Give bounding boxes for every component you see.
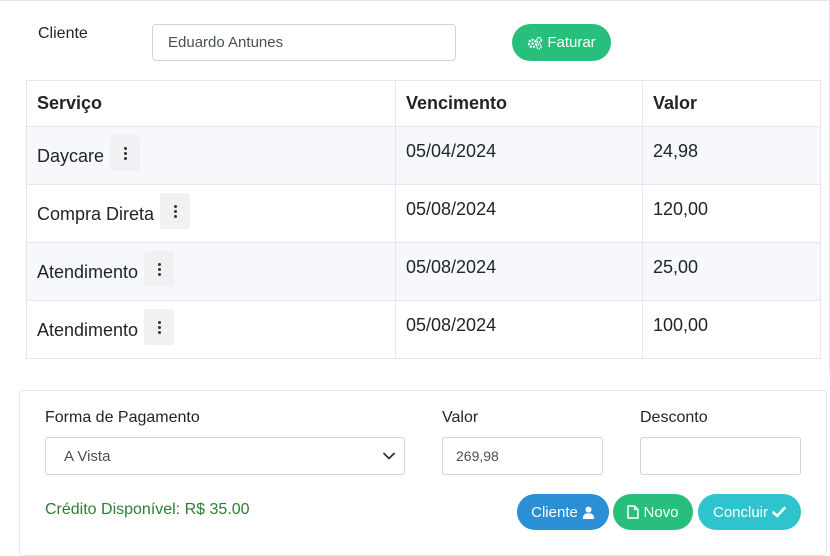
vertical-ellipsis-icon: [123, 146, 127, 150]
header-vencimento: Vencimento: [395, 80, 643, 127]
chevron-down-icon: [382, 449, 396, 463]
cliente-button[interactable]: Cliente: [517, 494, 609, 530]
table-row: Atendimento 05/08/2024 100,00: [26, 300, 821, 359]
panel-border: [0, 0, 830, 4]
cell-valor: 100,00: [642, 300, 821, 359]
valor-label: Valor: [442, 409, 479, 426]
servico-name: Atendimento: [37, 319, 139, 340]
table-row: Compra Direta 05/08/2024 120,00: [26, 184, 821, 243]
table-row: Daycare 05/04/2024 24,98: [26, 126, 821, 185]
cliente-label: Cliente: [38, 25, 88, 42]
faturar-label: Faturar: [547, 34, 596, 51]
cell-vencimento: 05/08/2024: [395, 184, 643, 243]
row-menu-button[interactable]: [110, 135, 141, 171]
file-icon: [627, 505, 640, 519]
desconto-label: Desconto: [640, 409, 708, 426]
servico-name: Atendimento: [37, 261, 139, 282]
valor-value: 269,98: [456, 448, 499, 464]
servico-name: Daycare: [37, 145, 105, 166]
vertical-ellipsis-icon: [157, 262, 161, 266]
forma-pagamento-select[interactable]: A Vista: [45, 437, 405, 475]
cell-vencimento: 05/04/2024: [395, 126, 643, 185]
cell-vencimento: 05/08/2024: [395, 300, 643, 359]
cell-servico: Daycare: [26, 126, 396, 185]
desconto-input[interactable]: [640, 437, 801, 475]
valor-input[interactable]: 269,98: [442, 437, 603, 475]
novo-button[interactable]: Novo: [613, 494, 693, 530]
gears-icon: [527, 36, 543, 50]
cell-valor: 120,00: [642, 184, 821, 243]
table-row: Atendimento 05/08/2024 25,00: [26, 242, 821, 301]
cliente-button-label: Cliente: [531, 503, 578, 521]
header-servico: Serviço: [26, 80, 396, 127]
row-menu-button[interactable]: [160, 193, 191, 229]
vertical-ellipsis-icon: [173, 204, 177, 208]
credito-disponivel: Crédito Disponível: R$ 35.00: [45, 501, 250, 518]
forma-pagamento-label: Forma de Pagamento: [45, 409, 200, 426]
table-header-row: Serviço Vencimento Valor: [26, 80, 821, 127]
forma-pagamento-value: A Vista: [64, 447, 111, 465]
cell-servico: Atendimento: [26, 300, 396, 359]
faturar-button[interactable]: Faturar: [512, 24, 611, 61]
cliente-input[interactable]: [152, 24, 456, 61]
row-menu-button[interactable]: [144, 309, 175, 345]
cell-servico: Compra Direta: [26, 184, 396, 243]
row-menu-button[interactable]: [144, 251, 175, 287]
servicos-table: Serviço Vencimento Valor Daycare 05/04/2…: [26, 80, 821, 359]
cell-servico: Atendimento: [26, 242, 396, 301]
header-valor: Valor: [642, 80, 821, 127]
cell-valor: 24,98: [642, 126, 821, 185]
check-icon: [772, 506, 786, 518]
concluir-button[interactable]: Concluir: [698, 494, 801, 530]
concluir-button-label: Concluir: [712, 503, 769, 521]
user-icon: [582, 506, 595, 519]
novo-button-label: Novo: [643, 503, 679, 521]
vertical-ellipsis-icon: [157, 320, 161, 324]
servico-name: Compra Direta: [37, 203, 155, 224]
cell-vencimento: 05/08/2024: [395, 242, 643, 301]
cell-valor: 25,00: [642, 242, 821, 301]
